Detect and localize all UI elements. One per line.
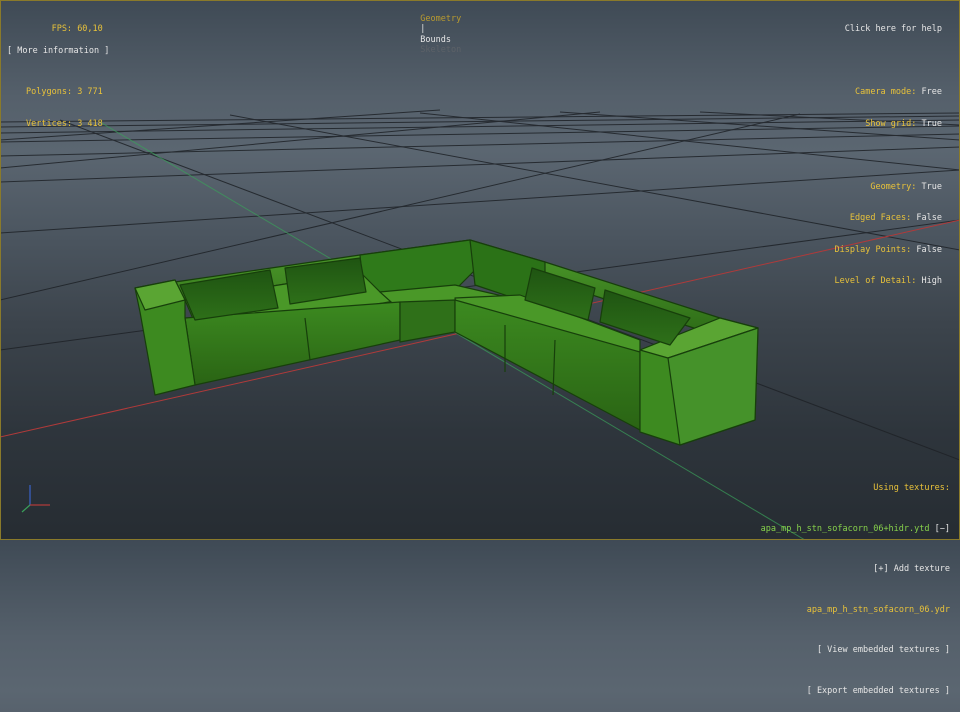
- export-embedded-textures-button[interactable]: [ Export embedded textures ]: [761, 685, 950, 699]
- tab-skeleton[interactable]: Skeleton: [420, 45, 461, 56]
- textures-heading: Using textures:: [873, 483, 950, 493]
- render-stats-panel: FPS: 60,10 Polygons: 3 771 Vertices: 3 4…: [26, 3, 103, 140]
- remove-texture-button[interactable]: [−]: [935, 524, 950, 534]
- tab-separator: |: [420, 24, 426, 34]
- sofa-model[interactable]: [134, 239, 759, 446]
- help-link[interactable]: Click here for help: [835, 24, 942, 35]
- show-grid-setting[interactable]: Show grid: True: [835, 119, 942, 130]
- ydr-model-file[interactable]: apa_mp_h_stn_sofacorn_06.ydr: [761, 604, 950, 618]
- camera-mode-setting[interactable]: Camera mode: Free: [835, 87, 942, 98]
- fps-label: FPS:: [51, 24, 73, 34]
- geometry-setting[interactable]: Geometry: True: [835, 182, 942, 193]
- edged-faces-setting[interactable]: Edged Faces: False: [835, 213, 942, 224]
- tab-geometry[interactable]: Geometry: [420, 14, 461, 25]
- ytd-texture-file[interactable]: apa_mp_h_stn_sofacorn_06+hidr.ytd: [761, 524, 930, 534]
- more-information-button[interactable]: [ More information ]: [7, 46, 109, 57]
- add-texture-button[interactable]: [+] Add texture: [761, 563, 950, 577]
- polygons-value: 3 771: [77, 87, 103, 97]
- level-of-detail-setting[interactable]: Level of Detail: High: [835, 276, 943, 287]
- display-points-setting[interactable]: Display Points: False: [835, 245, 942, 256]
- view-embedded-textures-button[interactable]: [ View embedded textures ]: [761, 644, 950, 658]
- vertices-value: 3 418: [77, 118, 103, 129]
- xyz-axis-icon: [21, 485, 50, 513]
- tab-bounds[interactable]: Bounds: [420, 35, 451, 46]
- view-mode-tabs: Geometry | Bounds Skeleton: [410, 3, 461, 56]
- polygons-label: Polygons:: [26, 87, 73, 97]
- view-settings-panel: Click here for help Camera mode: Free Sh…: [835, 3, 943, 297]
- vertices-label: Vertices:: [26, 118, 73, 129]
- fps-value: 60,10: [77, 24, 103, 34]
- textures-panel: Using textures: apa_mp_h_stn_sofacorn_06…: [761, 455, 950, 712]
